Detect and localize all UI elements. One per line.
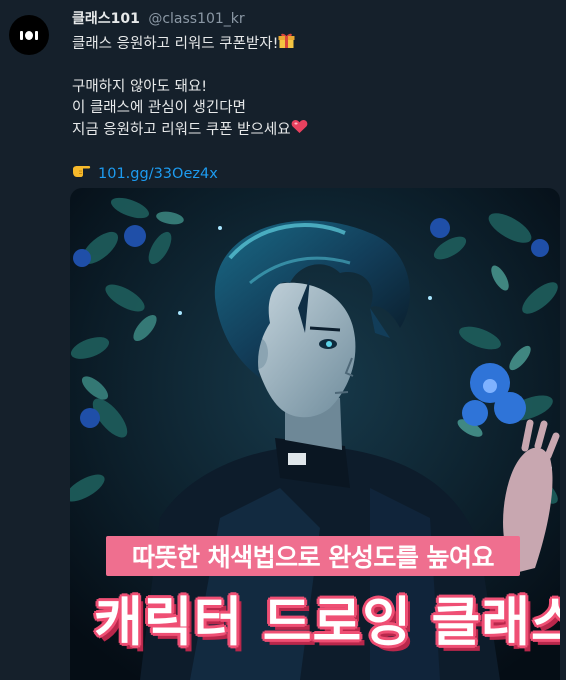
tweet-line-link: 101.gg/33Oez4x (72, 162, 558, 185)
tweet-body: 클래스101 @class101_kr 클래스 응원하고 리워드 쿠폰받자! 구… (72, 9, 558, 185)
gift-icon (278, 32, 295, 56)
tweet-line-3: 이 클래스에 관심이 생긴다면 (72, 100, 246, 116)
tweet-line-text: 지금 응원하고 리워드 쿠폰 받으세요 (72, 122, 291, 138)
heart-icon (291, 119, 308, 141)
media-banner: 따뜻한 채색법으로 완성도를 높여요 (106, 536, 520, 576)
tweet-media-image[interactable]: 따뜻한 채색법으로 완성도를 높여요 캐릭터 드로잉 클래스 (70, 188, 560, 680)
tweet-line-2: 구매하지 않아도 돼요! (72, 79, 208, 95)
pointing-hand-icon (72, 162, 92, 185)
avatar[interactable] (9, 15, 49, 55)
tweet-link[interactable]: 101.gg/33Oez4x (98, 166, 218, 182)
tweet-line-text: 클래스 응원하고 리워드 쿠폰받자! (72, 36, 279, 52)
author-name[interactable]: 클래스101 (72, 11, 140, 27)
tweet-text: 클래스 응원하고 리워드 쿠폰받자! 구매하지 않아도 돼요! 이 클래스에 관… (72, 32, 558, 185)
media-title: 캐릭터 드로잉 클래스 (94, 592, 560, 653)
tweet-line-1: 클래스 응원하고 리워드 쿠폰받자! (72, 32, 558, 56)
author-handle[interactable]: @class101_kr (148, 11, 244, 27)
class101-logo-icon (20, 30, 38, 40)
tweet-line-4: 지금 응원하고 리워드 쿠폰 받으세요 (72, 119, 558, 141)
tweet-header: 클래스101 @class101_kr (72, 9, 558, 29)
